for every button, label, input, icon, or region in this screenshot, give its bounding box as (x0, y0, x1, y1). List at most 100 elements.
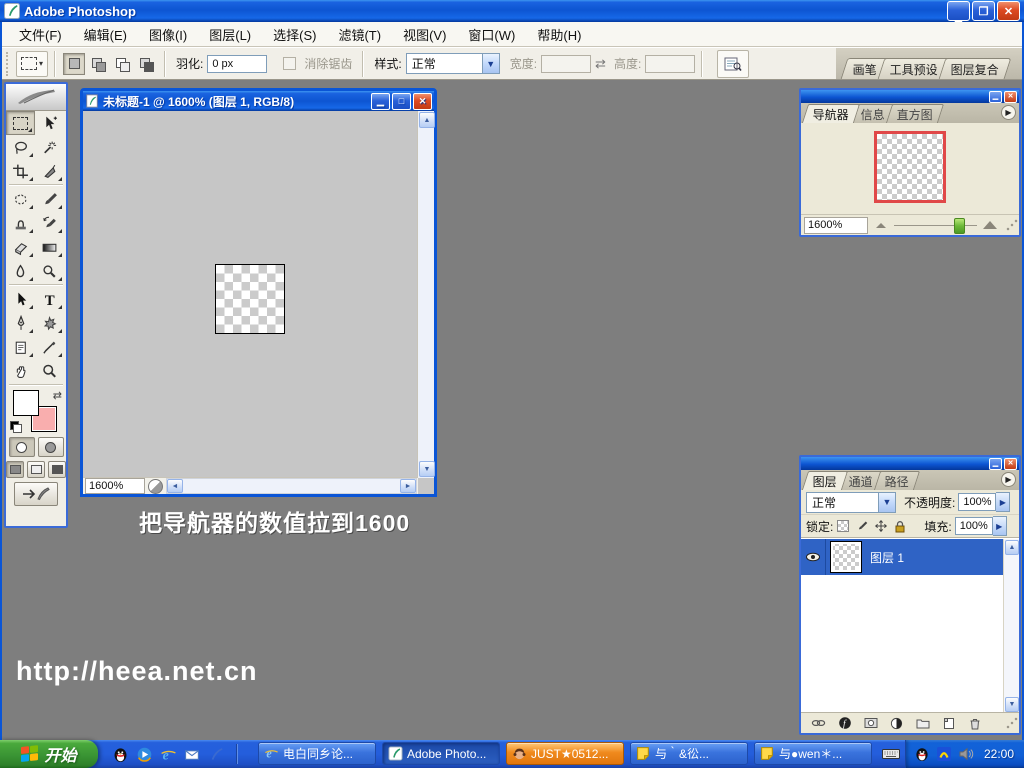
task-qq-chat-1[interactable]: JUST★0512... (506, 742, 624, 765)
navigator-zoom-field[interactable]: 1600% (804, 217, 868, 234)
tool-gradient[interactable] (35, 235, 64, 259)
input-method-section[interactable] (874, 740, 908, 768)
jump-to-imageready-button[interactable] (14, 482, 58, 506)
tab-layers[interactable]: 图层 (802, 471, 848, 490)
palette-close-button[interactable]: ✕ (1004, 91, 1017, 103)
layer-thumbnail[interactable] (830, 541, 862, 573)
palette-close-button[interactable]: ✕ (1004, 458, 1017, 470)
foreground-color-swatch[interactable] (13, 390, 39, 416)
lock-transparency-icon[interactable] (836, 519, 850, 533)
style-dropdown[interactable]: 正常 ▼ (406, 53, 500, 74)
opacity-field[interactable]: 100% (958, 493, 996, 511)
layer-mask-icon[interactable] (863, 716, 878, 731)
scroll-left-button[interactable]: ◄ (167, 479, 183, 493)
tool-notes[interactable] (6, 335, 35, 359)
media-player-icon[interactable] (136, 746, 153, 763)
lock-position-icon[interactable] (874, 519, 888, 533)
default-colors-icon[interactable] (10, 421, 22, 433)
resize-grip[interactable] (1005, 716, 1019, 730)
width-input[interactable] (541, 55, 591, 73)
pen-quill-icon[interactable] (208, 746, 225, 763)
height-input[interactable] (645, 55, 695, 73)
scroll-down-button[interactable]: ▼ (1005, 697, 1019, 712)
fullscreen-menubar-button[interactable] (27, 461, 45, 478)
document-titlebar[interactable]: 未标题-1 @ 1600% (图层 1, RGB/8) ▁ □ ✕ (83, 91, 434, 111)
antialias-checkbox[interactable] (283, 57, 296, 70)
palette-menu-icon[interactable]: ▶ (1001, 105, 1016, 120)
menu-help[interactable]: 帮助(H) (526, 22, 592, 47)
intersect-selection-mode-button[interactable] (135, 53, 157, 75)
options-bar-grip[interactable] (6, 52, 12, 76)
feather-input[interactable]: 0 px (207, 55, 267, 73)
standard-screen-button[interactable] (6, 461, 24, 478)
navigator-titlebar[interactable]: ▁ ✕ (801, 90, 1019, 103)
tool-patch[interactable] (6, 187, 35, 211)
opacity-slider-button[interactable]: ▶ (996, 492, 1010, 512)
start-button[interactable]: 开始 (0, 740, 98, 768)
blend-mode-dropdown[interactable]: 正常 ▼ (806, 492, 896, 513)
visibility-toggle[interactable] (801, 539, 826, 575)
tool-move[interactable] (35, 111, 64, 135)
zoom-in-icon[interactable] (983, 221, 997, 229)
fill-field[interactable]: 100% (955, 517, 993, 535)
qq-icon[interactable] (112, 746, 129, 763)
tool-rectangular-marquee[interactable] (6, 111, 35, 135)
navigator-thumbnail[interactable] (874, 131, 946, 203)
palette-minimize-button[interactable]: ▁ (989, 458, 1002, 470)
delete-layer-icon[interactable] (967, 716, 982, 731)
new-selection-mode-button[interactable] (63, 53, 85, 75)
scroll-up-button[interactable]: ▲ (1005, 540, 1019, 555)
task-ie-window[interactable]: e 电白同乡论... (258, 742, 376, 765)
restore-button[interactable]: ❐ (972, 1, 995, 21)
volume-icon[interactable] (958, 746, 974, 762)
scroll-right-button[interactable]: ► (400, 479, 416, 493)
messenger-tray-icon[interactable] (936, 746, 952, 762)
tool-history-brush[interactable] (35, 211, 64, 235)
zoom-percentage-field[interactable]: 1600% (85, 478, 145, 494)
tool-hand[interactable] (6, 359, 35, 383)
horizontal-scrollbar[interactable]: ◄ ► (166, 478, 417, 494)
scroll-down-button[interactable]: ▼ (419, 461, 435, 477)
tool-dodge[interactable] (35, 259, 64, 283)
tool-magic-wand[interactable] (35, 135, 64, 159)
canvas-area[interactable] (83, 111, 418, 478)
fill-slider-button[interactable]: ▶ (993, 516, 1007, 536)
standard-mode-button[interactable] (9, 437, 35, 457)
tool-path-select[interactable] (6, 287, 35, 311)
slider-thumb[interactable] (954, 218, 965, 234)
lock-paint-icon[interactable] (855, 519, 869, 533)
menu-view[interactable]: 视图(V) (392, 22, 457, 47)
menu-file[interactable]: 文件(F) (8, 22, 73, 47)
qq-tray-icon[interactable] (914, 746, 930, 762)
tool-eyedropper[interactable] (35, 335, 64, 359)
transparent-canvas[interactable] (215, 264, 285, 334)
fullscreen-button[interactable] (48, 461, 66, 478)
tab-paths[interactable]: 路径 (874, 471, 920, 490)
doc-close-button[interactable]: ✕ (413, 93, 432, 110)
new-layer-icon[interactable] (941, 716, 956, 731)
minimize-button[interactable]: ▁ (947, 1, 970, 21)
doc-minimize-button[interactable]: ▁ (371, 93, 390, 110)
internet-explorer-icon[interactable]: e (160, 746, 177, 763)
tool-type[interactable]: T (35, 287, 64, 311)
tool-blur[interactable] (6, 259, 35, 283)
outlook-express-icon[interactable] (184, 746, 201, 763)
doc-maximize-button[interactable]: □ (392, 93, 411, 110)
current-tool-button[interactable]: ▾ (16, 51, 48, 77)
vertical-scrollbar[interactable]: ▲ ▼ (417, 111, 434, 478)
swap-dimensions-icon[interactable]: ⇄ (595, 56, 606, 72)
palette-minimize-button[interactable]: ▁ (989, 91, 1002, 103)
task-qq-chat-3[interactable]: 与●wen＊... (754, 742, 872, 765)
menu-image[interactable]: 图像(I) (138, 22, 198, 47)
chevron-down-icon[interactable]: ▼ (482, 54, 499, 73)
menu-filter[interactable]: 滤镜(T) (327, 22, 392, 47)
quick-mask-mode-button[interactable] (38, 437, 64, 457)
tool-eraser[interactable] (6, 235, 35, 259)
layers-titlebar[interactable]: ▁ ✕ (801, 457, 1019, 470)
menu-edit[interactable]: 编辑(E) (73, 22, 138, 47)
new-group-icon[interactable] (915, 716, 930, 731)
navigator-zoom-slider[interactable] (894, 225, 977, 226)
add-selection-mode-button[interactable] (87, 53, 109, 75)
adjustment-layer-icon[interactable] (889, 716, 904, 731)
palette-menu-icon[interactable]: ▶ (1001, 472, 1016, 487)
